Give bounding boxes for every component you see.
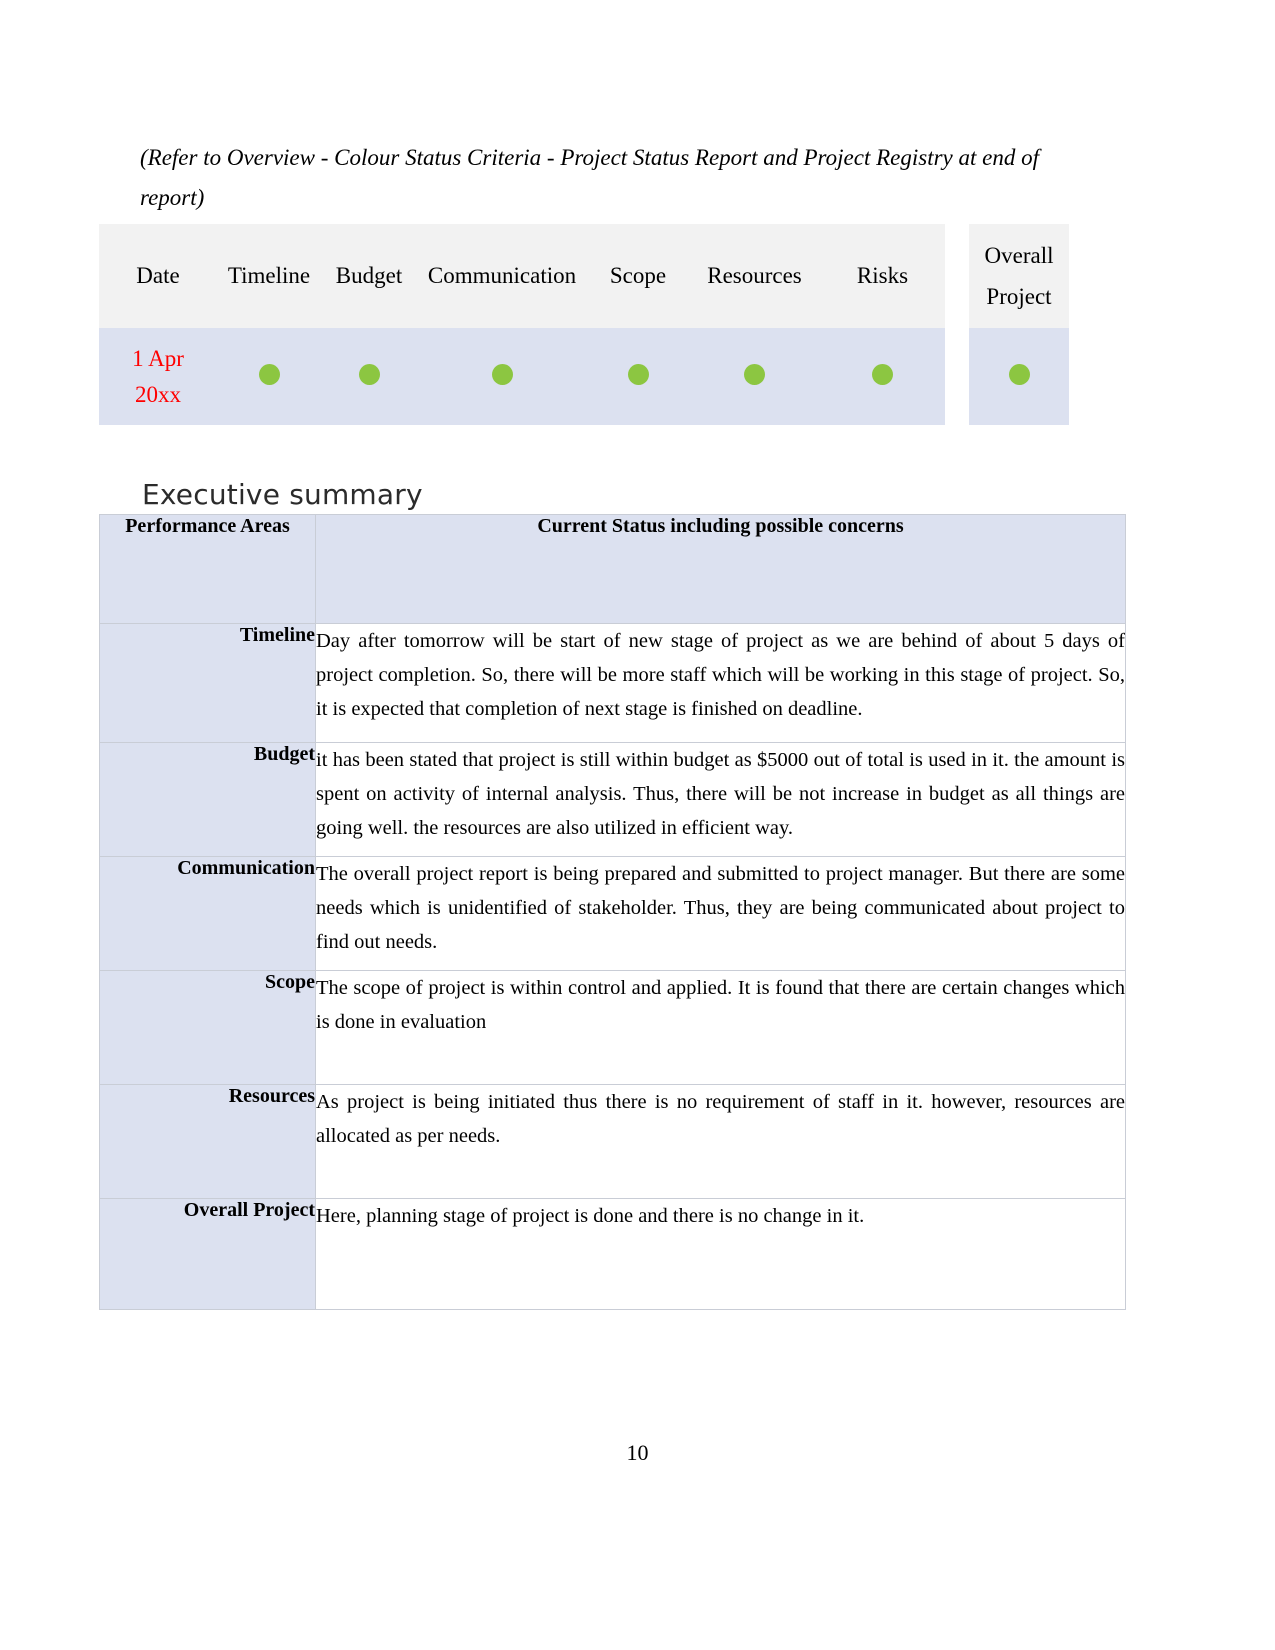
status-header-scope: Scope — [587, 224, 689, 328]
status-cell-scope — [587, 328, 689, 425]
exec-header-row: Performance Areas Current Status includi… — [99, 514, 1126, 624]
status-header-row: Date Timeline Budget Communication Scope… — [99, 224, 945, 328]
status-cell-resources — [689, 328, 820, 425]
page-number: 10 — [626, 1440, 649, 1465]
status-header-timeline: Timeline — [217, 224, 321, 328]
exec-row-label-timeline: Timeline — [99, 623, 316, 743]
green-status-dot-icon — [744, 363, 765, 385]
table-row: Overall Project Here, planning stage of … — [99, 1198, 1126, 1310]
table-row: Timeline Day after tomorrow will be star… — [99, 623, 1126, 743]
overall-data-row — [969, 328, 1069, 425]
status-header-communication: Communication — [417, 224, 587, 328]
exec-row-status-timeline: Day after tomorrow will be start of new … — [315, 623, 1126, 743]
status-date-line-2: 20xx — [135, 381, 181, 407]
overall-header-row: Overall Project — [969, 224, 1069, 328]
status-data-row: 1 Apr 20xx — [99, 328, 945, 425]
status-header-risks: Risks — [820, 224, 945, 328]
exec-row-status-resources: As project is being initiated thus there… — [315, 1084, 1126, 1199]
status-header-overall-project: Overall Project — [969, 224, 1069, 328]
exec-row-status-scope: The scope of project is within control a… — [315, 970, 1126, 1085]
green-status-dot-icon — [627, 363, 649, 385]
status-cell-date: 1 Apr 20xx — [99, 328, 217, 425]
executive-summary-table: Performance Areas Current Status includi… — [99, 514, 1126, 1310]
green-status-dot-icon — [1008, 363, 1030, 385]
exec-row-label-scope: Scope — [99, 970, 316, 1085]
exec-header-current-status: Current Status including possible concer… — [315, 514, 1126, 624]
status-cell-overall-project — [969, 328, 1069, 425]
green-status-dot-icon — [491, 363, 513, 385]
status-cell-timeline — [217, 328, 321, 425]
exec-row-status-budget: it has been stated that project is still… — [315, 742, 1126, 857]
document-page: (Refer to Overview - Colour Status Crite… — [0, 0, 1275, 1650]
exec-header-performance-areas: Performance Areas — [99, 514, 316, 624]
table-row: Resources As project is being initiated … — [99, 1084, 1126, 1199]
status-date-line-1: 1 Apr — [132, 345, 184, 371]
exec-row-label-overall-project: Overall Project — [99, 1198, 316, 1310]
exec-row-status-communication: The overall project report is being prep… — [315, 856, 1126, 971]
status-cell-budget — [321, 328, 417, 425]
executive-summary-heading: Executive summary — [142, 478, 423, 511]
table-row: Communication The overall project report… — [99, 856, 1126, 971]
exec-row-status-overall-project: Here, planning stage of project is done … — [315, 1198, 1126, 1310]
green-status-dot-icon — [358, 363, 380, 385]
status-header-date: Date — [99, 224, 217, 328]
intro-note: (Refer to Overview - Colour Status Crite… — [140, 145, 1039, 210]
status-cell-risks — [820, 328, 945, 425]
exec-row-label-communication: Communication — [99, 856, 316, 971]
green-status-dot-icon — [872, 363, 893, 385]
exec-row-label-resources: Resources — [99, 1084, 316, 1199]
table-row: Scope The scope of project is within con… — [99, 970, 1126, 1085]
exec-row-label-budget: Budget — [99, 742, 316, 857]
status-header-budget: Budget — [321, 224, 417, 328]
status-table: Date Timeline Budget Communication Scope… — [99, 224, 945, 425]
table-row: Budget it has been stated that project i… — [99, 742, 1126, 857]
status-cell-communication — [417, 328, 587, 425]
green-status-dot-icon — [258, 363, 280, 385]
overall-project-status-table: Overall Project — [969, 224, 1069, 425]
status-header-resources: Resources — [689, 224, 820, 328]
